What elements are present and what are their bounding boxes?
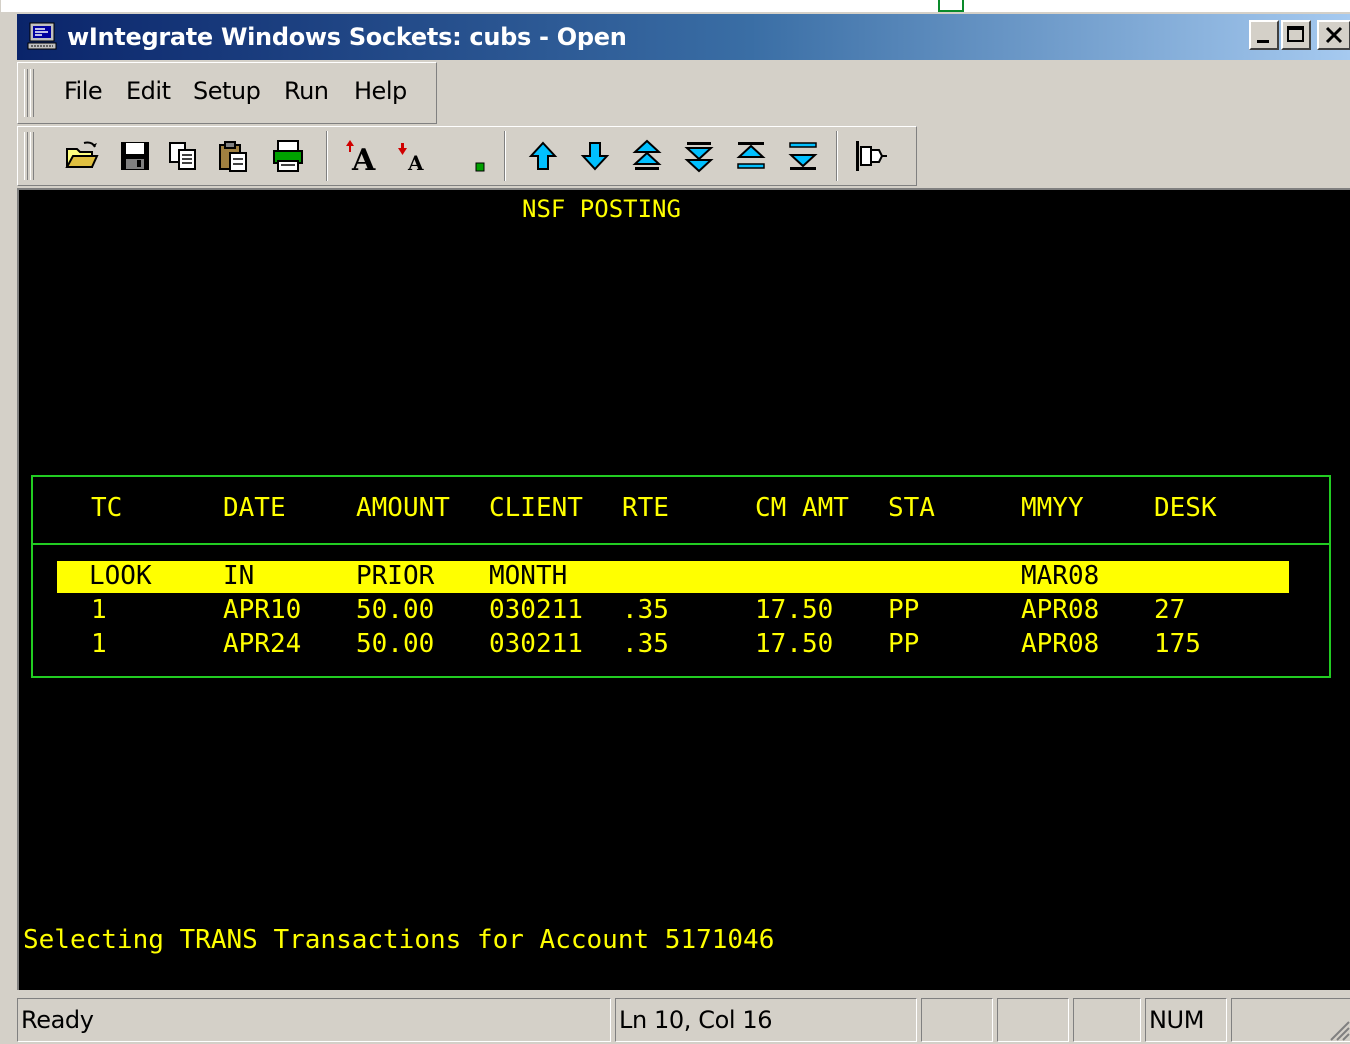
col-date: DATE — [223, 493, 286, 523]
terminal-message: Selecting TRANS Transactions for Account… — [23, 925, 775, 955]
svg-text:A: A — [351, 143, 376, 175]
hl-date: IN — [223, 561, 255, 591]
toolbar-separator — [836, 131, 838, 181]
small-square-icon[interactable] — [462, 137, 500, 175]
menu-help[interactable]: Help — [354, 77, 407, 105]
hl-amount: PRIOR — [356, 561, 435, 591]
disconnect-plug-icon[interactable] — [852, 137, 890, 175]
terminal-app-icon — [27, 22, 57, 50]
save-disk-icon[interactable] — [116, 137, 154, 175]
page-down-icon[interactable] — [680, 137, 718, 175]
row2-tc: 1 — [91, 629, 107, 659]
page-up-icon[interactable] — [628, 137, 666, 175]
minimize-button[interactable] — [1249, 20, 1279, 50]
menu-run[interactable]: Run — [284, 77, 329, 105]
maximize-button[interactable] — [1281, 20, 1311, 50]
paste-icon[interactable] — [214, 137, 252, 175]
row2-sta: PP — [888, 629, 920, 659]
row2-rte: .35 — [622, 629, 669, 659]
row2-mmyy: APR08 — [1021, 629, 1100, 659]
print-icon[interactable] — [270, 137, 308, 175]
status-bar: Ready Ln 10, Col 16 NUM — [17, 994, 1350, 1044]
menu-edit[interactable]: Edit — [126, 77, 171, 105]
row1-mmyy: APR08 — [1021, 595, 1100, 625]
status-pane-empty-2 — [997, 998, 1069, 1042]
hl-tc: LOOK — [89, 561, 152, 591]
row1-tc: 1 — [91, 595, 107, 625]
menu-bar: File Edit Setup Run Help — [17, 62, 437, 124]
col-desk: DESK — [1154, 493, 1217, 523]
header-divider — [33, 543, 1329, 545]
to-bottom-icon[interactable] — [784, 137, 822, 175]
status-state: Ready — [17, 998, 611, 1042]
toolbar-separator — [504, 131, 506, 181]
terminal-screen[interactable]: NSF POSTING TC DATE AMOUNT CLIENT RTE CM… — [17, 188, 1350, 990]
open-folder-icon[interactable] — [62, 137, 100, 175]
svg-text:A: A — [407, 151, 424, 175]
toolbar-grip-2[interactable] — [30, 132, 34, 180]
row1-desk: 27 — [1154, 595, 1186, 625]
menu-grip[interactable] — [24, 69, 28, 117]
col-sta: STA — [888, 493, 935, 523]
status-pane-empty-3 — [1073, 998, 1141, 1042]
app-window: wIntegrate Windows Sockets: cubs - Open … — [0, 0, 1350, 1044]
to-top-icon[interactable] — [732, 137, 770, 175]
col-mmyy: MMYY — [1021, 493, 1084, 523]
minimize-icon — [1257, 40, 1269, 43]
copy-icon[interactable] — [164, 137, 202, 175]
col-rte: RTE — [622, 493, 669, 523]
top-strip — [1, 0, 1350, 12]
transactions-box: TC DATE AMOUNT CLIENT RTE CM AMT STA MMY… — [31, 475, 1331, 678]
close-icon — [1325, 26, 1343, 44]
row1-client: 030211 — [489, 595, 583, 625]
row1-cm-amt: 17.50 — [755, 595, 834, 625]
col-amount: AMOUNT — [356, 493, 450, 523]
status-num: NUM — [1145, 998, 1227, 1042]
increase-font-icon[interactable]: A — [344, 137, 382, 175]
toolbar: A A — [17, 126, 917, 186]
decrease-font-icon[interactable]: A — [394, 137, 432, 175]
col-cm-amt: CM AMT — [755, 493, 849, 523]
resize-grip-icon[interactable] — [1327, 1018, 1350, 1042]
close-button[interactable] — [1317, 20, 1350, 50]
status-pane-empty-1 — [921, 998, 993, 1042]
arrow-down-icon[interactable] — [576, 137, 614, 175]
row2-date: APR24 — [223, 629, 302, 659]
toolbar-separator — [326, 131, 328, 181]
toolbar-grip[interactable] — [24, 132, 28, 180]
menu-setup[interactable]: Setup — [193, 77, 261, 105]
screen-title: NSF POSTING — [522, 195, 681, 223]
row2-amount: 50.00 — [356, 629, 435, 659]
row1-sta: PP — [888, 595, 920, 625]
col-tc: TC — [91, 493, 123, 523]
maximize-icon — [1287, 26, 1304, 42]
title-bar[interactable]: wIntegrate Windows Sockets: cubs - Open — [17, 14, 1350, 60]
hl-client: MONTH — [489, 561, 568, 591]
background-window-edge — [938, 0, 964, 12]
row2-client: 030211 — [489, 629, 583, 659]
window-title: wIntegrate Windows Sockets: cubs - Open — [67, 23, 627, 51]
arrow-up-icon[interactable] — [524, 137, 562, 175]
row1-date: APR10 — [223, 595, 302, 625]
menu-file[interactable]: File — [64, 77, 103, 105]
row2-desk: 175 — [1154, 629, 1201, 659]
col-client: CLIENT — [489, 493, 583, 523]
row1-rte: .35 — [622, 595, 669, 625]
hl-mmyy: MAR08 — [1021, 561, 1100, 591]
menu-grip-2[interactable] — [30, 69, 34, 117]
status-position: Ln 10, Col 16 — [615, 998, 917, 1042]
row1-amount: 50.00 — [356, 595, 435, 625]
row2-cm-amt: 17.50 — [755, 629, 834, 659]
